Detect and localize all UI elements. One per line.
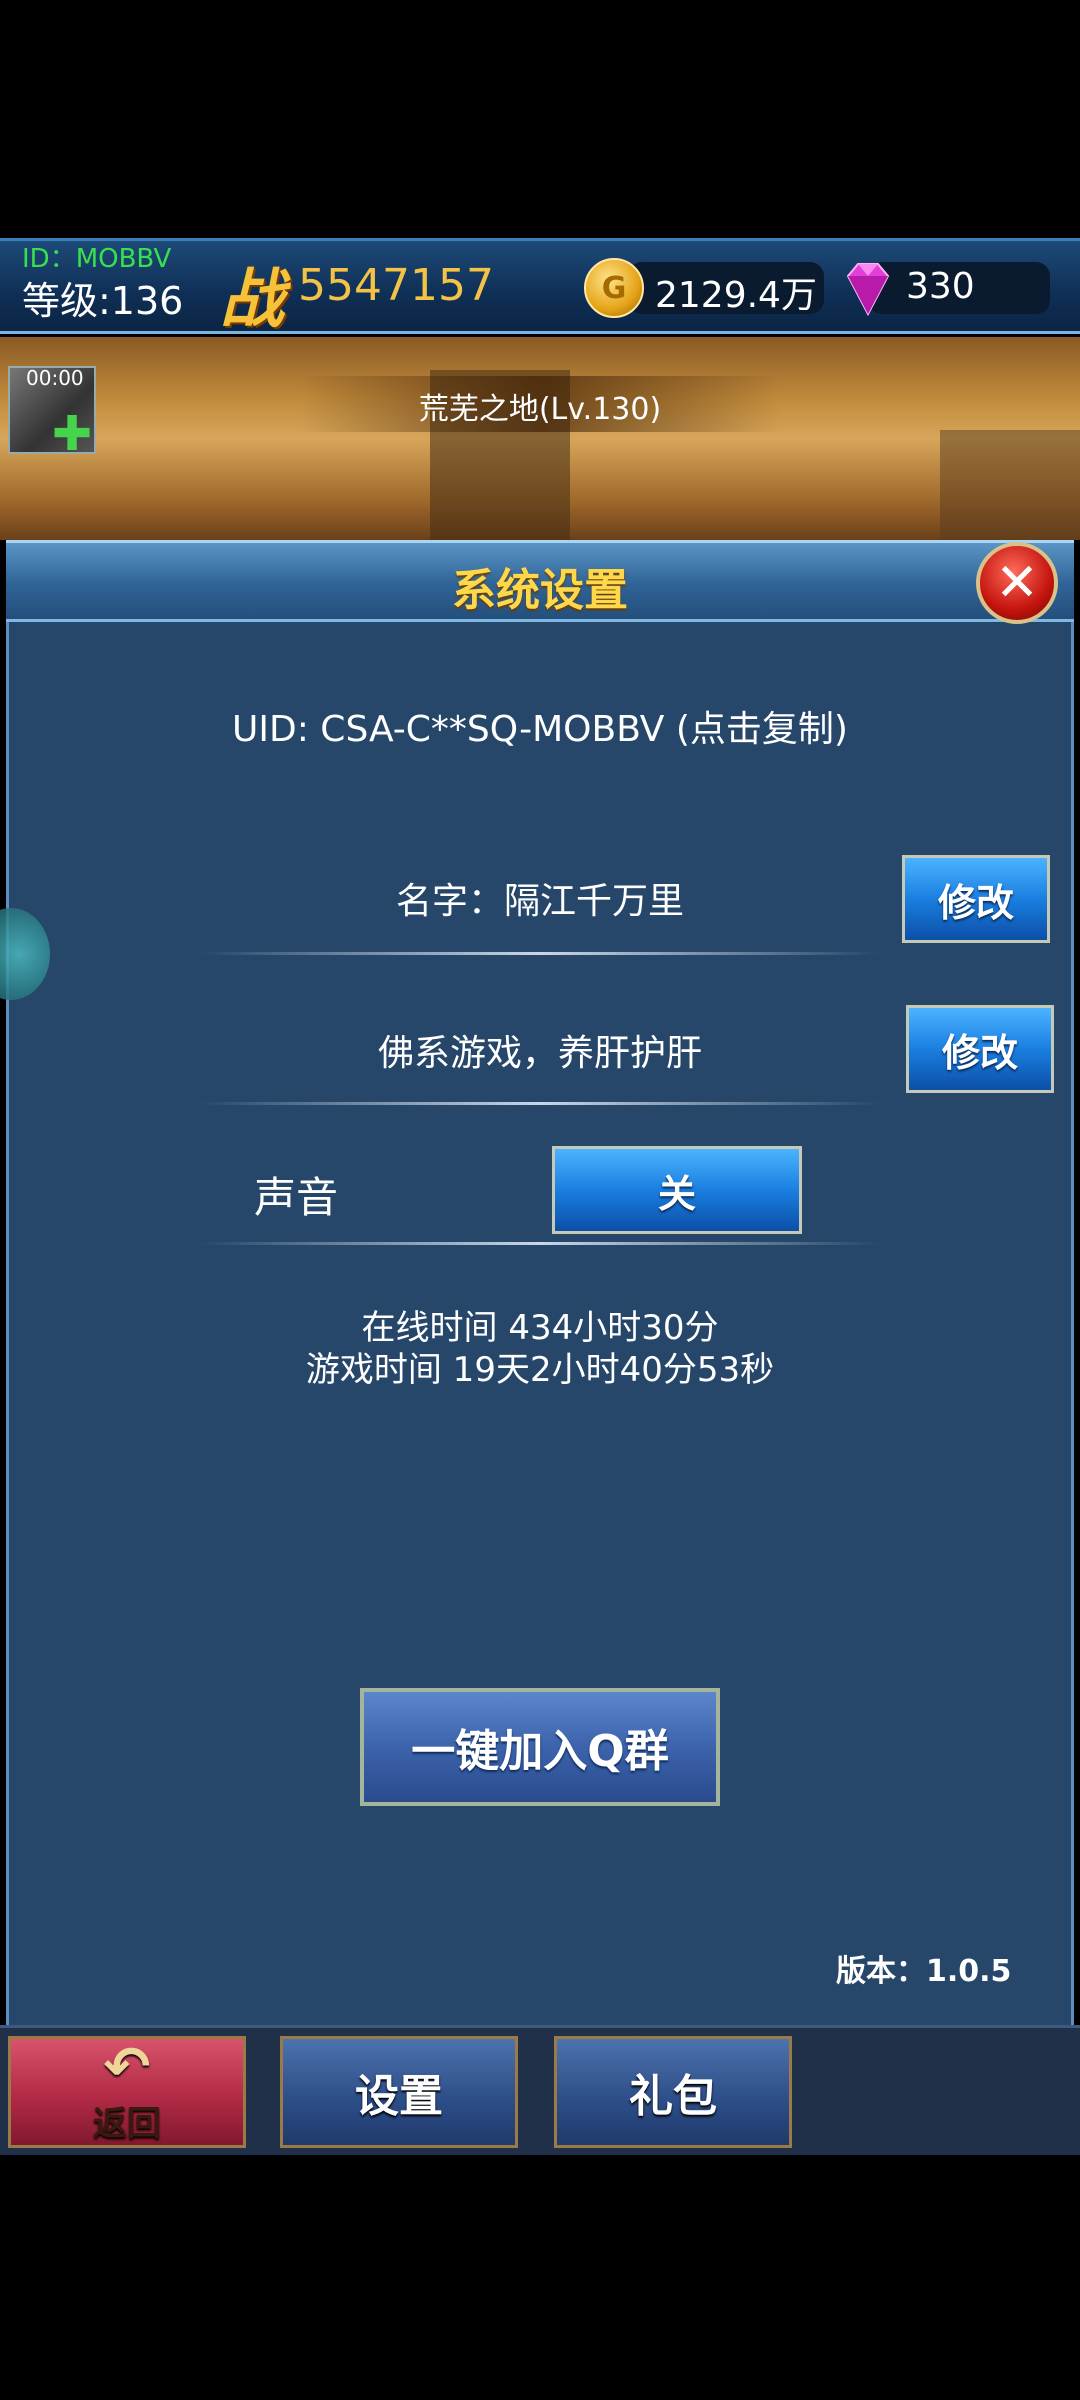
power-value: 5547157 (298, 260, 494, 311)
sound-toggle[interactable]: 关 (552, 1146, 802, 1234)
close-icon: ✕ (995, 553, 1039, 613)
back-button[interactable]: ↶ 返回 (8, 2036, 246, 2148)
gold-value: 2129.4万 (655, 275, 817, 316)
version-label: 版本：1.0.5 (836, 1954, 1012, 1989)
tab-settings[interactable]: 设置 (280, 2036, 518, 2148)
tab-gift[interactable]: 礼包 (554, 2036, 792, 2148)
back-arrow-icon: ↶ (103, 2034, 151, 2100)
edit-name-button[interactable]: 修改 (902, 855, 1050, 943)
divider (200, 952, 880, 955)
gem-value: 330 (906, 266, 975, 307)
panel-title: 系统设置 (452, 565, 628, 616)
join-qq-group-button[interactable]: 一键加入Q群 (360, 1688, 720, 1806)
close-button[interactable]: ✕ (976, 542, 1058, 624)
banner-building (940, 430, 1080, 540)
divider (200, 1102, 880, 1105)
uid-copy-text[interactable]: UID: CSA-C**SQ-MOBBV (点击复制) (0, 700, 1080, 752)
buff-timer: 00:00 (26, 366, 84, 390)
plus-icon[interactable]: ✚ (52, 410, 92, 458)
power-icon: 战 (220, 262, 284, 337)
game-time: 游戏时间 19天2小时40分53秒 (305, 1350, 775, 1390)
sound-label: 声音 (254, 1173, 339, 1222)
diamond-icon (846, 263, 890, 317)
divider (200, 1242, 880, 1245)
map-title: 荒芜之地(Lv.130) (418, 392, 662, 427)
player-level: 等级:136 (22, 279, 184, 323)
gold-coin-icon: G (584, 258, 644, 318)
back-label: 返回 (93, 2103, 161, 2144)
edit-motto-button[interactable]: 修改 (906, 1005, 1054, 1093)
